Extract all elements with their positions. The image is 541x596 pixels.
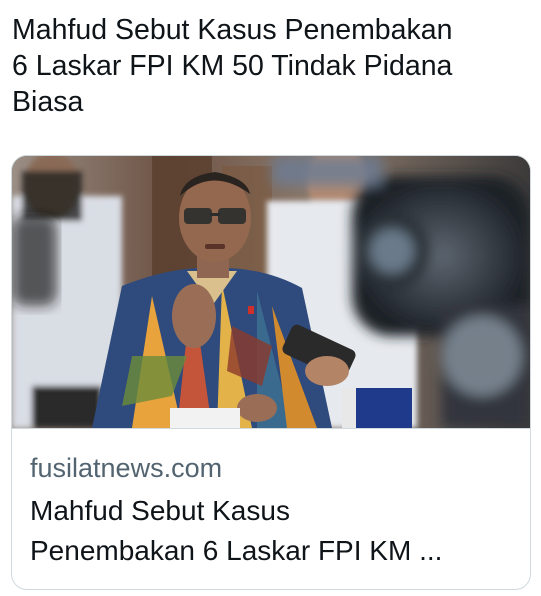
tweet-text-line-3: Biasa bbox=[12, 86, 84, 118]
card-image-photo bbox=[12, 156, 530, 428]
card-title-line-1: Mahfud Sebut Kasus bbox=[30, 495, 290, 526]
link-preview-card[interactable]: fusilatnews.com Mahfud Sebut Kasus Penem… bbox=[11, 155, 531, 590]
tweet-text-line-2: 6 Laskar FPI KM 50 Tindak Pidana bbox=[12, 50, 453, 82]
tweet-text: Mahfud Sebut Kasus Penembakan 6 Laskar F… bbox=[12, 12, 532, 120]
card-domain: fusilatnews.com bbox=[30, 453, 223, 483]
card-title: Mahfud Sebut Kasus Penembakan 6 Laskar F… bbox=[30, 491, 520, 571]
card-title-line-2: Penembakan 6 Laskar FPI KM ... bbox=[30, 535, 443, 566]
card-meta[interactable]: fusilatnews.com Mahfud Sebut Kasus Penem… bbox=[12, 428, 530, 589]
card-image[interactable] bbox=[12, 156, 530, 428]
tweet-text-line-1: Mahfud Sebut Kasus Penembakan bbox=[12, 14, 453, 46]
